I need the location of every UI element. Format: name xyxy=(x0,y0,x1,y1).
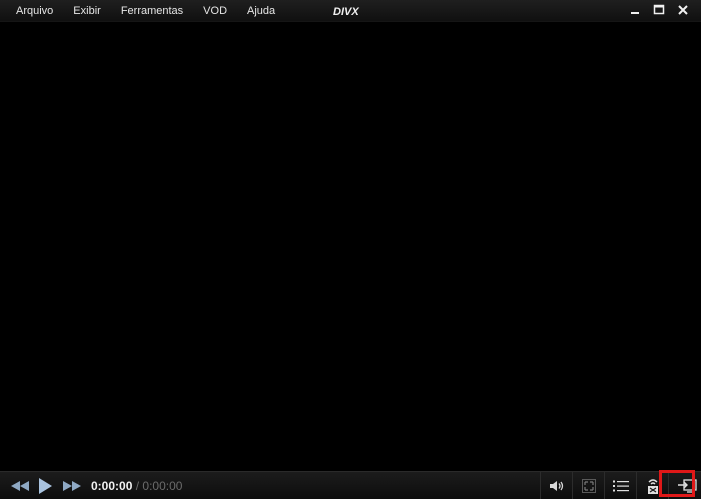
play-button[interactable] xyxy=(35,475,55,497)
fast-forward-icon xyxy=(63,481,81,491)
volume-icon xyxy=(549,480,563,491)
divx-logo-text: DIVX xyxy=(333,6,359,16)
fast-forward-button[interactable] xyxy=(60,477,84,495)
minimize-button[interactable] xyxy=(623,0,647,20)
maximize-button[interactable] xyxy=(647,0,671,20)
menu-exibir[interactable]: Exibir xyxy=(63,0,111,22)
time-separator: / xyxy=(135,479,140,493)
menu-ferramentas[interactable]: Ferramentas xyxy=(111,0,193,22)
volume-button[interactable] xyxy=(540,472,572,499)
video-display-area[interactable] xyxy=(0,22,701,471)
playlist-button[interactable] xyxy=(604,472,636,499)
menu-ajuda[interactable]: Ajuda xyxy=(237,0,285,22)
fullscreen-icon xyxy=(581,478,596,493)
maximize-icon xyxy=(653,4,665,15)
current-time: 0:00:00 xyxy=(91,479,133,493)
fullscreen-button[interactable] xyxy=(572,472,604,499)
menu-vod[interactable]: VOD xyxy=(193,0,237,22)
divx-player-window: Arquivo Exibir Ferramentas VOD Ajuda DIV… xyxy=(0,0,701,499)
play-icon xyxy=(39,478,52,494)
menu-bar: Arquivo Exibir Ferramentas VOD Ajuda xyxy=(6,0,285,22)
control-bar: 0:00:00 / 0:00:00 xyxy=(0,471,701,499)
minimize-icon xyxy=(631,12,639,14)
window-controls xyxy=(623,0,695,20)
title-bar: Arquivo Exibir Ferramentas VOD Ajuda DIV… xyxy=(0,0,701,22)
close-button[interactable] xyxy=(671,0,695,20)
menu-arquivo[interactable]: Arquivo xyxy=(6,0,63,22)
highlight-box xyxy=(659,470,695,497)
divx-logo: DIVX xyxy=(333,6,359,16)
close-icon xyxy=(678,5,688,15)
rewind-button[interactable] xyxy=(8,477,32,495)
rewind-icon xyxy=(11,481,29,491)
total-duration: 0:00:00 xyxy=(142,479,183,493)
time-display: 0:00:00 / 0:00:00 xyxy=(91,472,182,499)
playlist-icon xyxy=(612,480,629,491)
